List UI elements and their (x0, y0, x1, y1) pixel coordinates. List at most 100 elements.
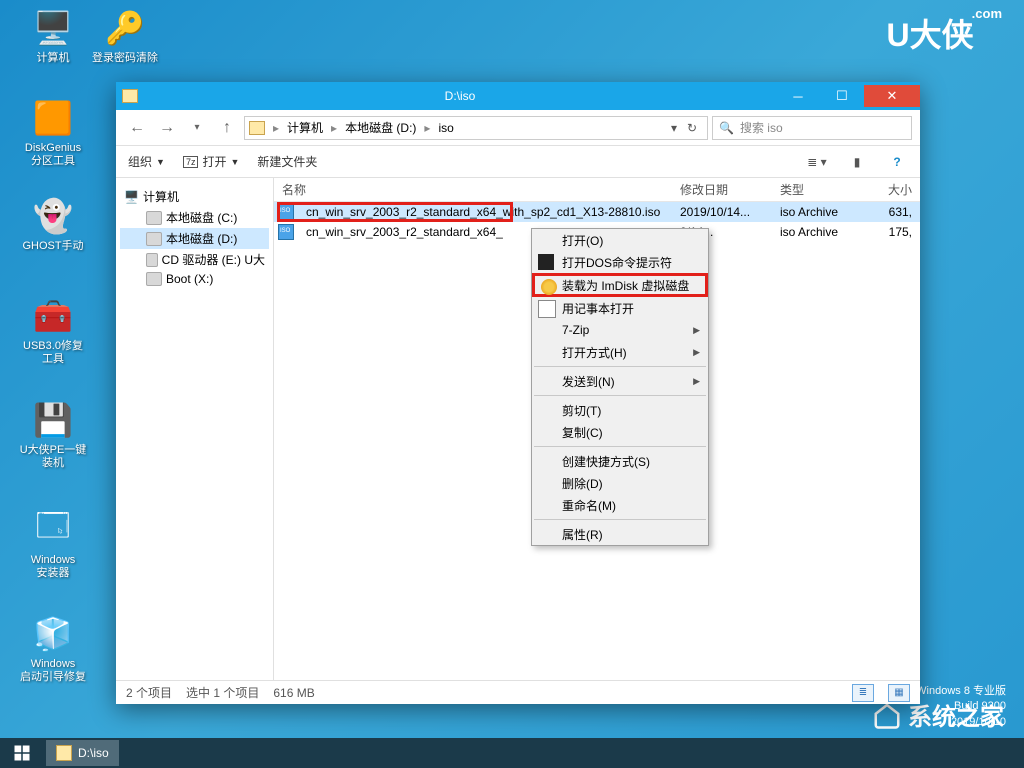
iso-file-icon (278, 204, 294, 220)
breadcrumb-item[interactable]: iso (438, 121, 453, 135)
file-name: cn_win_srv_2003_r2_standard_x64_with_sp2… (298, 205, 680, 219)
back-button[interactable]: ← (124, 115, 150, 141)
drive-icon (146, 253, 158, 267)
app-icon: 🟧 (33, 98, 73, 138)
tree-label: CD 驱动器 (E:) U大 (162, 251, 265, 268)
start-button[interactable] (0, 738, 44, 768)
menu-item[interactable]: 打开方式(H) (532, 341, 708, 363)
search-input[interactable]: 🔍 搜索 iso (712, 116, 912, 140)
desktop-icon-bootrepair[interactable]: 🧊Windows启动引导修复 (18, 614, 88, 684)
help-button[interactable]: ? (886, 152, 908, 172)
minimize-button[interactable]: ─ (776, 85, 820, 107)
menu-item[interactable]: 装载为 ImDisk 虚拟磁盘 (532, 273, 708, 297)
tree-item[interactable]: 本地磁盘 (C:) (120, 207, 269, 228)
nav-row: ← → ▾ ↑ ▸ 计算机 ▸ 本地磁盘 (D:) ▸ iso ▾ ↻ 🔍 搜索… (116, 110, 920, 146)
breadcrumb-item[interactable]: 本地磁盘 (D:) (345, 119, 416, 136)
app-icon: 🧰 (33, 296, 73, 336)
app-icon: 👻 (33, 196, 73, 236)
desktop-icon-computer[interactable]: 🖥️计算机 (18, 8, 88, 65)
menu-item[interactable]: 打开DOS命令提示符 (532, 251, 708, 273)
desktop-icon-upe[interactable]: 💾U大侠PE一键装机 (18, 400, 88, 470)
tree-label: 本地磁盘 (D:) (166, 230, 237, 247)
navigation-tree[interactable]: 🖥️ 计算机本地磁盘 (C:) 本地磁盘 (D:) CD 驱动器 (E:) U大 Boo… (116, 178, 274, 680)
folder-icon (249, 121, 265, 135)
organize-menu[interactable]: 组织 ▼ (128, 153, 165, 170)
titlebar[interactable]: D:\iso ─ ☐ ✕ (116, 82, 920, 110)
menu-item[interactable]: 删除(D) (532, 472, 708, 494)
desktop-icon-clearpw[interactable]: 🔑登录密码清除 (90, 8, 160, 65)
file-row[interactable]: cn_win_srv_2003_r2_standard_x64_with_sp2… (274, 202, 920, 222)
search-icon: 🔍 (719, 121, 734, 135)
menu-separator (534, 395, 706, 396)
toolbar: 组织 ▼ 7z打开 ▼ 新建文件夹 ≣ ▾ ▮ ? (116, 146, 920, 178)
taskbar[interactable]: D:\iso (0, 738, 1024, 768)
file-size: 631, (870, 205, 920, 219)
brand-logo-top: U大侠.com (887, 10, 1004, 56)
context-menu[interactable]: 打开(O)打开DOS命令提示符装载为 ImDisk 虚拟磁盘用记事本打开7-Zi… (531, 228, 709, 546)
drive-icon (146, 232, 162, 246)
drive-icon (146, 211, 162, 225)
app-icon: 💾 (33, 400, 73, 440)
tree-item[interactable]: 本地磁盘 (D:) (120, 228, 269, 249)
desktop-icon-diskgenius[interactable]: 🟧DiskGenius分区工具 (18, 98, 88, 168)
menu-item[interactable]: 7-Zip (532, 319, 708, 341)
menu-item[interactable]: 剪切(T) (532, 399, 708, 421)
folder-icon (122, 89, 138, 103)
windows-edition-watermark: Windows 8 专业版 Build 9200 2019/10/10 (916, 684, 1006, 730)
computer-icon: 🖥️ (124, 190, 139, 204)
history-dropdown[interactable]: ▾ (184, 115, 210, 141)
view-options-button[interactable]: ≣ ▾ (806, 152, 828, 172)
file-date: 2019/10/14... (680, 205, 780, 219)
column-name[interactable]: 名称 (274, 181, 680, 198)
menu-item[interactable]: 用记事本打开 (532, 297, 708, 319)
view-details-button[interactable]: ≣ (852, 684, 874, 702)
selection-size: 616 MB (273, 686, 314, 700)
address-bar[interactable]: ▸ 计算机 ▸ 本地磁盘 (D:) ▸ iso ▾ ↻ (244, 116, 708, 140)
up-button[interactable]: ↑ (214, 115, 240, 141)
file-explorer-window: D:\iso ─ ☐ ✕ ← → ▾ ↑ ▸ 计算机 ▸ 本地磁盘 (D:) ▸… (116, 82, 920, 704)
desktop-icon-ghost[interactable]: 👻GHOST手动 (18, 196, 88, 253)
new-folder-button[interactable]: 新建文件夹 (257, 153, 317, 170)
refresh-button[interactable]: ↻ (681, 121, 703, 135)
address-dropdown[interactable]: ▾ (671, 121, 677, 135)
menu-item[interactable]: 复制(C) (532, 421, 708, 443)
status-bar: 2 个项目 选中 1 个项目 616 MB ≣ ▦ (116, 680, 920, 704)
item-count: 2 个项目 (126, 684, 172, 701)
menu-item[interactable]: 重命名(M) (532, 494, 708, 516)
menu-separator (534, 366, 706, 367)
menu-item[interactable]: 打开(O) (532, 229, 708, 251)
file-type: iso Archive (780, 225, 870, 239)
taskbar-item-explorer[interactable]: D:\iso (46, 740, 119, 766)
breadcrumb-item[interactable]: 计算机 (287, 119, 323, 136)
tree-item[interactable]: Boot (X:) (120, 270, 269, 288)
app-icon: 🔑 (105, 8, 145, 48)
desktop-icon-wininst[interactable]: 🗔Windows安装器 (18, 510, 88, 580)
tree-item[interactable]: CD 驱动器 (E:) U大 (120, 249, 269, 270)
column-headers[interactable]: 名称 修改日期 类型 大小 (274, 178, 920, 202)
selection-info: 选中 1 个项目 (186, 684, 259, 701)
menu-item[interactable]: 创建快捷方式(S) (532, 450, 708, 472)
menu-separator (534, 446, 706, 447)
close-button[interactable]: ✕ (864, 85, 920, 107)
tree-label: Boot (X:) (166, 272, 213, 286)
menu-item[interactable]: 属性(R) (532, 523, 708, 545)
app-icon: 🧊 (33, 614, 73, 654)
view-icons-button[interactable]: ▦ (888, 684, 910, 702)
menu-separator (534, 519, 706, 520)
preview-pane-button[interactable]: ▮ (846, 152, 868, 172)
tree-label: 计算机 (143, 188, 179, 205)
file-type: iso Archive (780, 205, 870, 219)
tree-item[interactable]: 🖥️ 计算机 (120, 186, 269, 207)
desktop-icon-usb3[interactable]: 🧰USB3.0修复工具 (18, 296, 88, 366)
file-size: 175, (870, 225, 920, 239)
app-icon: 🗔 (33, 510, 73, 550)
column-size[interactable]: 大小 (870, 181, 920, 198)
column-date[interactable]: 修改日期 (680, 181, 780, 198)
menu-item[interactable]: 发送到(N) (532, 370, 708, 392)
iso-file-icon (278, 224, 294, 240)
open-button[interactable]: 7z打开 ▼ (183, 153, 239, 170)
maximize-button[interactable]: ☐ (820, 85, 864, 107)
column-type[interactable]: 类型 (780, 181, 870, 198)
forward-button[interactable]: → (154, 115, 180, 141)
tree-label: 本地磁盘 (C:) (166, 209, 237, 226)
